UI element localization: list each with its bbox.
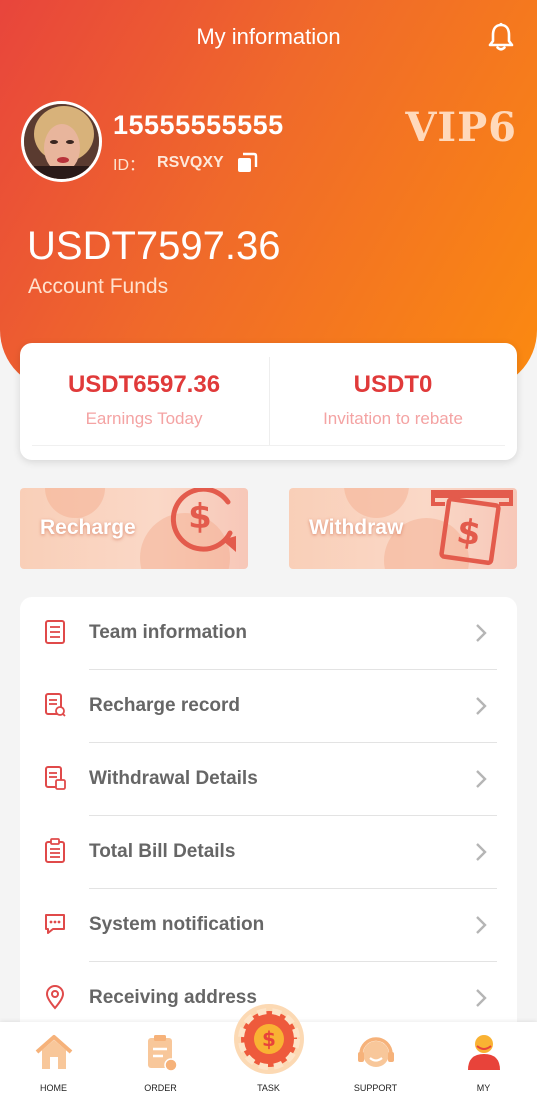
order-icon: [148, 1035, 178, 1072]
svg-text:$: $: [262, 1027, 276, 1051]
support-icon: [358, 1037, 394, 1067]
vip-level: VIP6: [405, 104, 517, 151]
avatar[interactable]: [21, 101, 102, 182]
tab-support[interactable]: SUPPORT: [322, 1022, 429, 1105]
top-bar: My information: [0, 0, 537, 74]
invitation-rebate-label: Invitation to rebate: [323, 409, 463, 428]
profile-header: My information 15555555555 ID： RSVQXY VI…: [0, 0, 537, 390]
document-list-icon: [45, 620, 65, 644]
chevron-right-icon: [476, 989, 487, 1007]
chat-bubble-icon: [45, 914, 65, 934]
recharge-label: Recharge: [40, 516, 136, 539]
earnings-today-label: Earnings Today: [85, 409, 203, 428]
menu-item-team-information[interactable]: Team information: [20, 597, 517, 670]
menu-label: Total Bill Details: [89, 841, 236, 862]
earnings-today: USDT6597.36 Earnings Today: [20, 343, 268, 460]
tab-label: SUPPORT: [353, 1083, 398, 1093]
decor-circle: [45, 488, 105, 518]
tab-label: TASK: [257, 1083, 280, 1093]
withdraw-label: Withdraw: [309, 516, 404, 539]
menu-item-recharge-record[interactable]: Recharge record: [20, 670, 517, 743]
location-pin-icon: [45, 985, 65, 1010]
tab-order[interactable]: ORDER: [107, 1022, 214, 1105]
chevron-right-icon: [476, 770, 487, 788]
stats-bottom-line: [32, 445, 505, 446]
record-search-icon: [45, 693, 66, 717]
chevron-right-icon: [476, 843, 487, 861]
account-funds-amount: USDT7597.36: [27, 224, 281, 268]
user-phone: 15555555555: [113, 110, 284, 140]
task-coin-icon[interactable]: $: [232, 1002, 306, 1076]
svg-text:$: $: [188, 497, 212, 537]
menu-item-total-bill-details[interactable]: Total Bill Details: [20, 816, 517, 889]
tab-my[interactable]: MY: [430, 1022, 537, 1105]
tab-label: MY: [476, 1083, 491, 1093]
page-title: My information: [196, 24, 341, 49]
svg-text:$: $: [454, 511, 483, 554]
user-icon: [468, 1035, 500, 1070]
stats-card: USDT6597.36 Earnings Today USDT0 Invitat…: [20, 343, 517, 460]
dollar-bill-icon: $: [431, 490, 513, 566]
chevron-right-icon: [476, 624, 487, 642]
menu-label: Withdrawal Details: [89, 768, 258, 789]
withdraw-list-icon: [45, 766, 66, 790]
earnings-today-value: USDT6597.36: [67, 371, 221, 398]
tab-label: ORDER: [144, 1083, 177, 1093]
bell-icon[interactable]: [487, 22, 515, 52]
menu-label: Team information: [89, 622, 247, 643]
tab-label: HOME: [40, 1083, 67, 1093]
avatar-portrait: [24, 104, 99, 179]
withdraw-button[interactable]: Withdraw $: [289, 488, 517, 569]
menu-label: System notification: [89, 914, 265, 935]
home-icon: [35, 1035, 73, 1069]
invitation-rebate: USDT0 Invitation to rebate: [269, 343, 517, 460]
id-label: ID：: [113, 157, 146, 174]
account-funds-label: Account Funds: [28, 275, 169, 298]
invitation-rebate-value: USDT0: [353, 371, 433, 398]
copy-icon[interactable]: [236, 152, 258, 174]
chevron-right-icon: [476, 916, 487, 934]
clipboard-icon: [45, 838, 65, 863]
menu-label: Recharge record: [89, 695, 241, 716]
chevron-right-icon: [476, 697, 487, 715]
user-id-row: ID： RSVQXY: [113, 151, 258, 175]
menu-item-system-notification[interactable]: System notification: [20, 889, 517, 962]
recharge-button[interactable]: Recharge $: [20, 488, 248, 569]
decor-circle: [344, 488, 409, 518]
id-value: RSVQXY: [157, 154, 224, 171]
tab-home[interactable]: HOME: [0, 1022, 107, 1105]
menu-item-withdrawal-details[interactable]: Withdrawal Details: [20, 743, 517, 816]
dollar-refresh-icon: $: [170, 488, 236, 552]
